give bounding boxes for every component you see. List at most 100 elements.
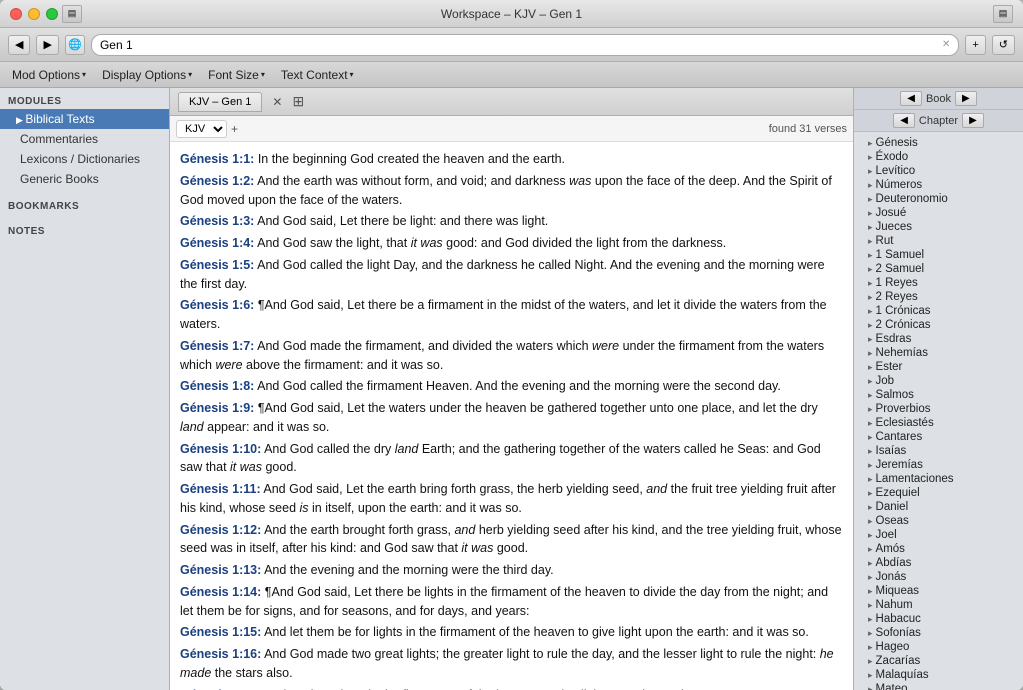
book-list-item[interactable]: Amós: [854, 542, 1023, 556]
verse: Génesis 1:14: ¶And God said, Let there b…: [180, 583, 843, 621]
verse-ref: Génesis 1:14:: [180, 585, 261, 599]
book-list-item[interactable]: Génesis: [854, 136, 1023, 150]
book-list-item[interactable]: Sofonías: [854, 626, 1023, 640]
book-list-item[interactable]: Eclesiastés: [854, 416, 1023, 430]
prev-button[interactable]: ◀: [8, 35, 30, 55]
left-panel-toggle[interactable]: ▤: [62, 5, 82, 23]
book-list-item[interactable]: Salmos: [854, 388, 1023, 402]
sidebar-item-generic-books[interactable]: Generic Books: [0, 169, 169, 189]
window-title: Workspace – KJV – Gen 1: [441, 7, 582, 21]
book-list-item[interactable]: Nehemías: [854, 346, 1023, 360]
sidebar-item-commentaries[interactable]: Commentaries: [0, 129, 169, 149]
book-list-item[interactable]: Jueces: [854, 220, 1023, 234]
verse-ref: Génesis 1:8:: [180, 379, 254, 393]
maximize-button[interactable]: [46, 8, 58, 20]
book-list-item[interactable]: Éxodo: [854, 150, 1023, 164]
book-list-item[interactable]: Levítico: [854, 164, 1023, 178]
next-button[interactable]: ▶: [36, 35, 58, 55]
book-list-item[interactable]: Esdras: [854, 332, 1023, 346]
sidebar-item-biblical-texts[interactable]: Biblical Texts: [0, 109, 169, 129]
globe-icon[interactable]: 🌐: [65, 35, 85, 55]
modules-header: MODULES: [0, 92, 169, 109]
book-list-item[interactable]: 2 Crónicas: [854, 318, 1023, 332]
chapter-next-button[interactable]: ▶: [962, 113, 984, 128]
add-module-icon[interactable]: +: [231, 122, 238, 136]
menubar: Mod Options ▾ Display Options ▾ Font Siz…: [0, 62, 1023, 88]
verse-text: And God made the firmament, and divided …: [180, 339, 824, 372]
add-button[interactable]: +: [965, 35, 985, 55]
verse: Génesis 1:4: And God saw the light, that…: [180, 234, 843, 253]
book-list-item[interactable]: Deuteronomio: [854, 192, 1023, 206]
book-list-item[interactable]: Daniel: [854, 500, 1023, 514]
book-list-item[interactable]: Nahum: [854, 598, 1023, 612]
font-size-menu[interactable]: Font Size ▾: [200, 66, 273, 84]
book-list-item[interactable]: Números: [854, 178, 1023, 192]
book-list-item[interactable]: Ezequiel: [854, 486, 1023, 500]
book-list-item[interactable]: 2 Samuel: [854, 262, 1023, 276]
verse-ref: Génesis 1:4:: [180, 236, 254, 250]
book-list-item[interactable]: 1 Reyes: [854, 276, 1023, 290]
content-area[interactable]: Génesis 1:1: In the beginning God create…: [170, 142, 853, 690]
main-content: MODULES Biblical Texts Commentaries Lexi…: [0, 88, 1023, 690]
book-nav-label: Book: [926, 93, 951, 105]
book-list-item[interactable]: 2 Reyes: [854, 290, 1023, 304]
book-list-item[interactable]: Jonás: [854, 570, 1023, 584]
book-list-item[interactable]: Zacarías: [854, 654, 1023, 668]
tab-close-icon[interactable]: ✕: [272, 95, 282, 109]
mod-options-menu[interactable]: Mod Options ▾: [4, 66, 94, 84]
book-list-item[interactable]: Jeremías: [854, 458, 1023, 472]
verse: Génesis 1:17: And God set them in the fi…: [180, 686, 843, 690]
verse-text: And God made two great lights; the great…: [180, 647, 834, 680]
right-panel-toggle[interactable]: ▤: [993, 5, 1013, 23]
book-list-item[interactable]: Ester: [854, 360, 1023, 374]
font-size-arrow: ▾: [261, 70, 265, 79]
book-list-item[interactable]: Isaías: [854, 444, 1023, 458]
verse-ref: Génesis 1:16:: [180, 647, 261, 661]
verse: Génesis 1:6: ¶And God said, Let there be…: [180, 296, 843, 334]
book-list-item[interactable]: 1 Crónicas: [854, 304, 1023, 318]
book-nav: ◀ Book ▶: [854, 88, 1023, 110]
modules-section: MODULES Biblical Texts Commentaries Lexi…: [0, 88, 169, 193]
book-list-item[interactable]: Josué: [854, 206, 1023, 220]
book-list-item[interactable]: Oseas: [854, 514, 1023, 528]
book-list-item[interactable]: Mateo: [854, 682, 1023, 690]
sidebar-item-lexicons[interactable]: Lexicons / Dictionaries: [0, 149, 169, 169]
book-list-item[interactable]: Hageo: [854, 640, 1023, 654]
book-prev-button[interactable]: ◀: [900, 91, 922, 106]
minimize-button[interactable]: [28, 8, 40, 20]
tab-kjv-gen1[interactable]: KJV – Gen 1: [178, 92, 262, 112]
verse-text: And the earth brought forth grass, and h…: [180, 523, 842, 556]
book-list-item[interactable]: Proverbios: [854, 402, 1023, 416]
book-list-item[interactable]: Cantares: [854, 430, 1023, 444]
verse-text: ¶And God said, Let the waters under the …: [180, 401, 818, 434]
display-options-menu[interactable]: Display Options ▾: [94, 66, 200, 84]
refresh-button[interactable]: ↺: [992, 35, 1015, 55]
chapter-nav-label: Chapter: [919, 115, 958, 127]
close-button[interactable]: [10, 8, 22, 20]
book-list-item[interactable]: Miqueas: [854, 584, 1023, 598]
chapter-prev-button[interactable]: ◀: [893, 113, 915, 128]
verse-text: ¶And God said, Let there be a firmament …: [180, 298, 827, 331]
book-list-item[interactable]: Abdías: [854, 556, 1023, 570]
clear-search-icon[interactable]: ✕: [942, 39, 950, 50]
book-list-item[interactable]: Joel: [854, 528, 1023, 542]
mod-options-arrow: ▾: [82, 70, 86, 79]
tab-detach-icon[interactable]: ⊞: [292, 93, 304, 110]
search-input[interactable]: [100, 38, 942, 52]
book-list-item[interactable]: Habacuc: [854, 612, 1023, 626]
text-context-menu[interactable]: Text Context ▾: [273, 66, 362, 84]
book-list-item[interactable]: Malaquías: [854, 668, 1023, 682]
bookmarks-section: BOOKMARKS: [0, 193, 169, 218]
book-list-item[interactable]: Job: [854, 374, 1023, 388]
book-next-button[interactable]: ▶: [955, 91, 977, 106]
content-toolbar: KJV + found 31 verses: [170, 116, 853, 142]
verse-ref: Génesis 1:2:: [180, 174, 254, 188]
verse-text: And God saw the light, that it was good:…: [254, 236, 726, 250]
search-bar[interactable]: ✕: [91, 34, 959, 56]
book-list-item[interactable]: 1 Samuel: [854, 248, 1023, 262]
verse-ref: Génesis 1:15:: [180, 625, 261, 639]
module-select[interactable]: KJV: [176, 120, 227, 138]
book-list-item[interactable]: Rut: [854, 234, 1023, 248]
book-list-item[interactable]: Lamentaciones: [854, 472, 1023, 486]
sidebar: MODULES Biblical Texts Commentaries Lexi…: [0, 88, 170, 690]
